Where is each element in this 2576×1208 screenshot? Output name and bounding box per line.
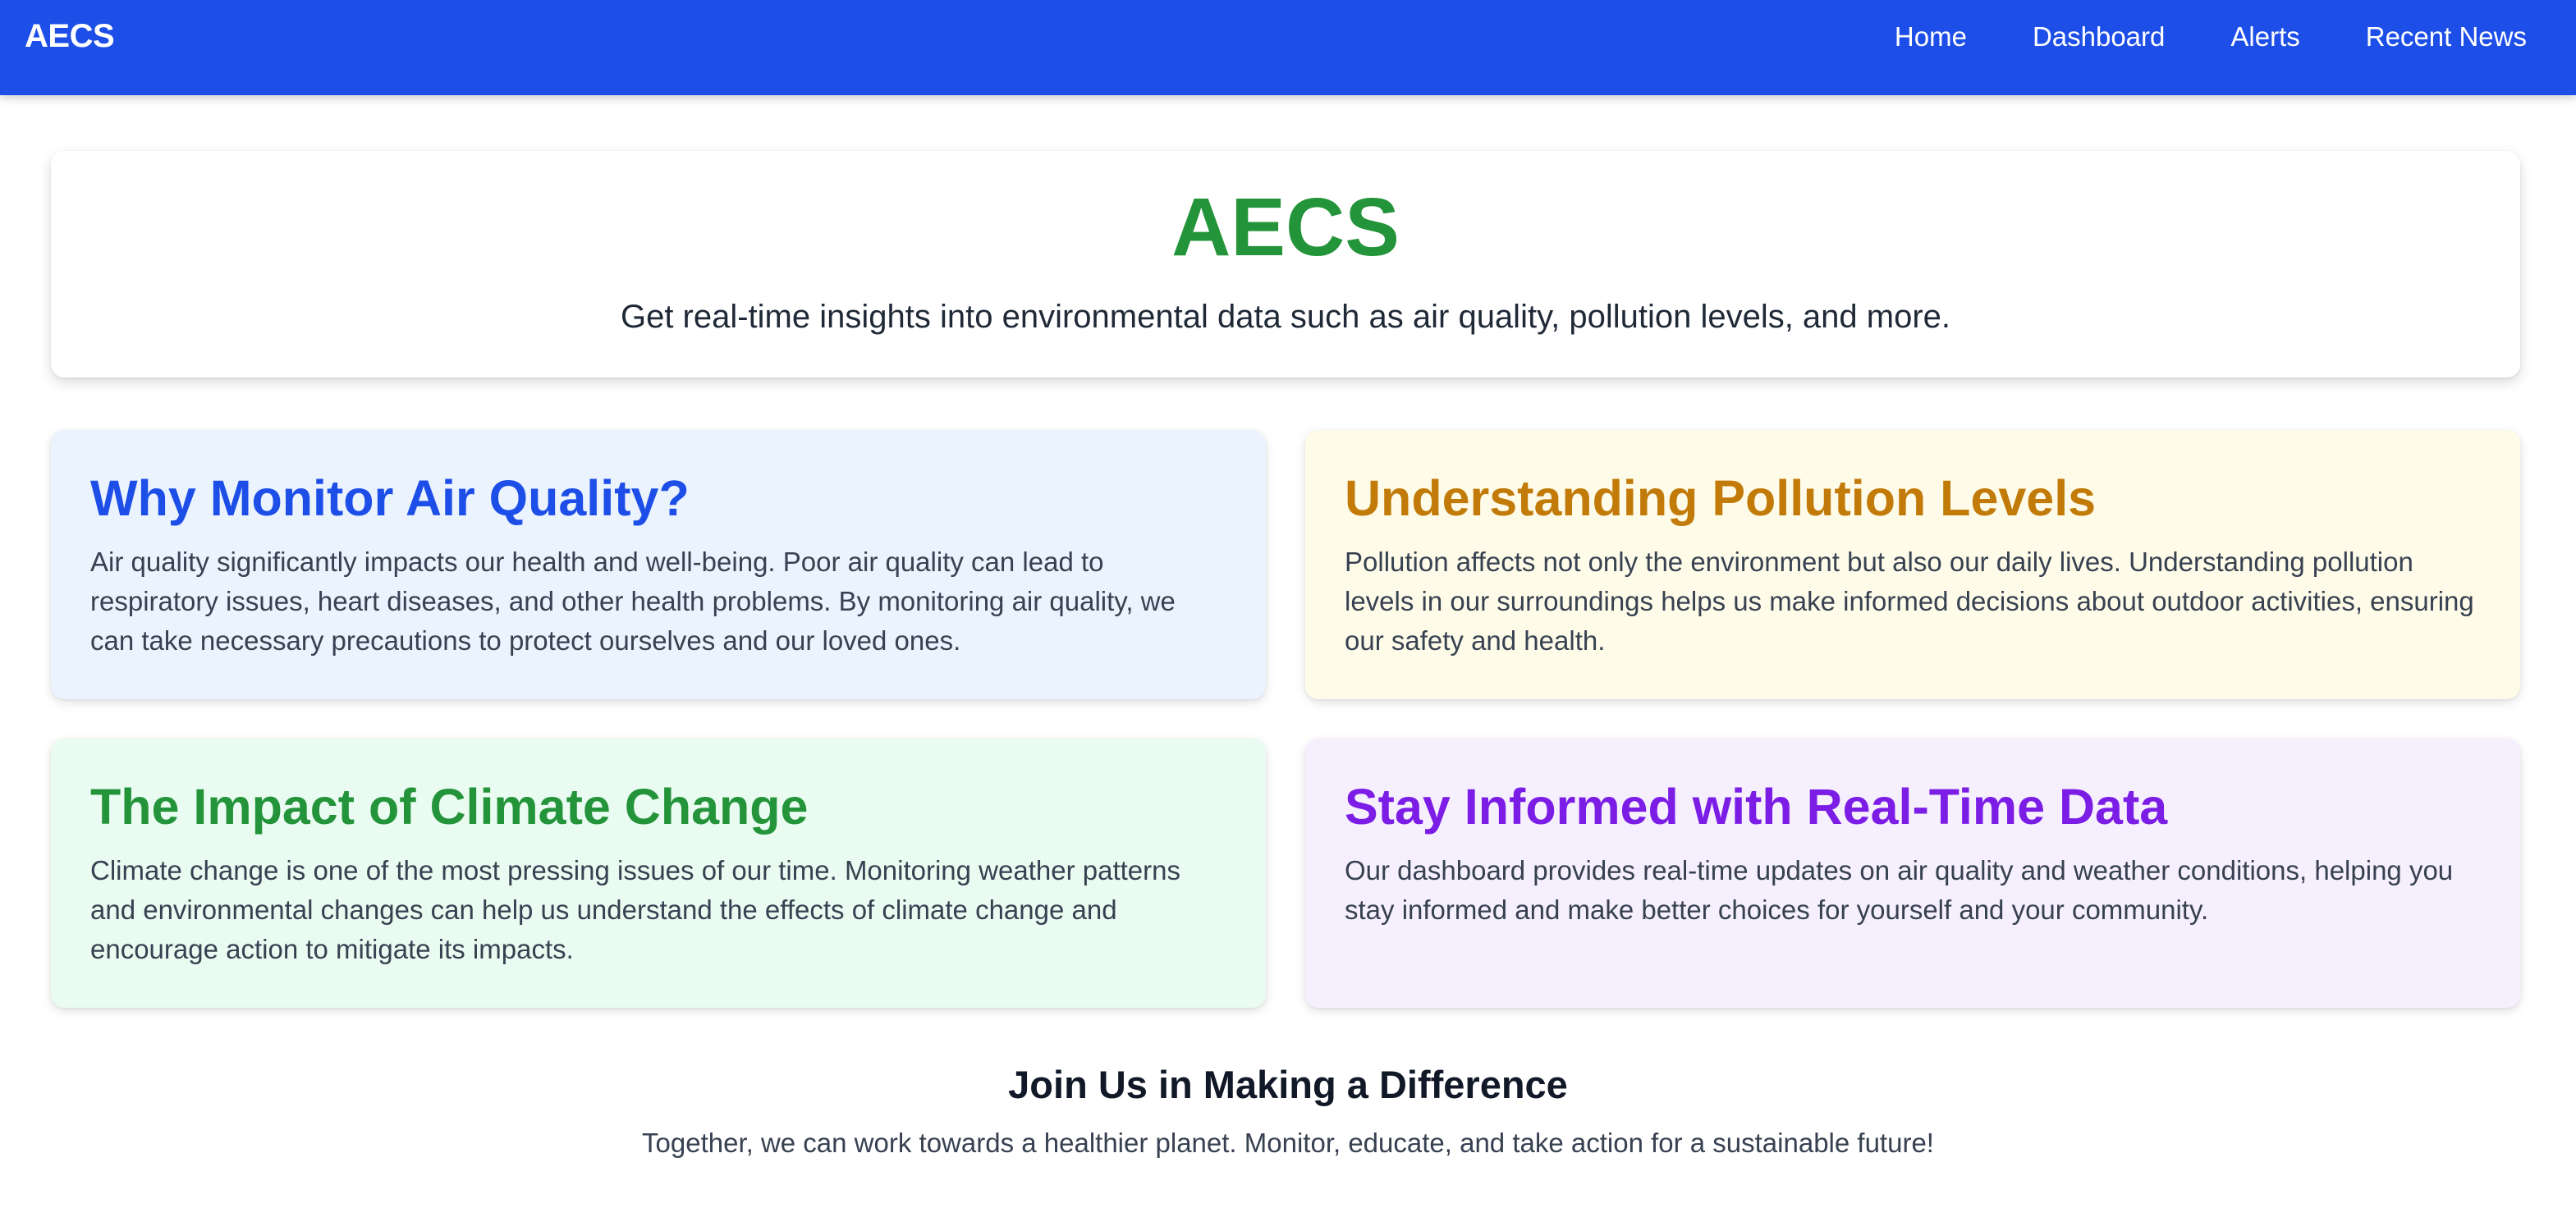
hero-card: AECS Get real-time insights into environ… bbox=[51, 151, 2520, 378]
brand-logo-link[interactable]: AECS bbox=[25, 18, 115, 55]
cta-title: Join Us in Making a Difference bbox=[1008, 1063, 1568, 1106]
info-card-climate-change: The Impact of Climate Change Climate cha… bbox=[51, 739, 1266, 1008]
info-card-air-quality: Why Monitor Air Quality? Air quality sig… bbox=[51, 430, 1266, 699]
hero-title: AECS bbox=[1171, 181, 1400, 273]
info-card-real-time-data: Stay Informed with Real-Time Data Our da… bbox=[1305, 739, 2520, 1008]
cta-subtitle: Together, we can work towards a healthie… bbox=[642, 1128, 1934, 1158]
top-navbar: AECS Home Dashboard Alerts Recent News bbox=[0, 0, 2576, 95]
nav-link-recent-news[interactable]: Recent News bbox=[2366, 20, 2527, 54]
card-title: Stay Informed with Real-Time Data bbox=[1345, 779, 2168, 835]
info-card-pollution: Understanding Pollution Levels Pollution… bbox=[1305, 430, 2520, 699]
nav-link-dashboard[interactable]: Dashboard bbox=[2033, 20, 2165, 54]
nav-link-home[interactable]: Home bbox=[1895, 20, 1967, 54]
card-body: Our dashboard provides real-time updates… bbox=[1345, 855, 2454, 926]
card-body: Climate change is one of the most pressi… bbox=[90, 855, 1180, 965]
card-body: Pollution affects not only the environme… bbox=[1345, 547, 2474, 657]
nav-links: Home Dashboard Alerts Recent News bbox=[1895, 20, 2527, 54]
card-body: Air quality significantly impacts our he… bbox=[90, 547, 1176, 657]
card-title: Understanding Pollution Levels bbox=[1345, 470, 2097, 526]
card-title: The Impact of Climate Change bbox=[90, 779, 809, 835]
nav-link-alerts[interactable]: Alerts bbox=[2230, 20, 2299, 54]
card-title: Why Monitor Air Quality? bbox=[90, 470, 690, 526]
hero-subtitle: Get real-time insights into environmenta… bbox=[620, 299, 1951, 335]
